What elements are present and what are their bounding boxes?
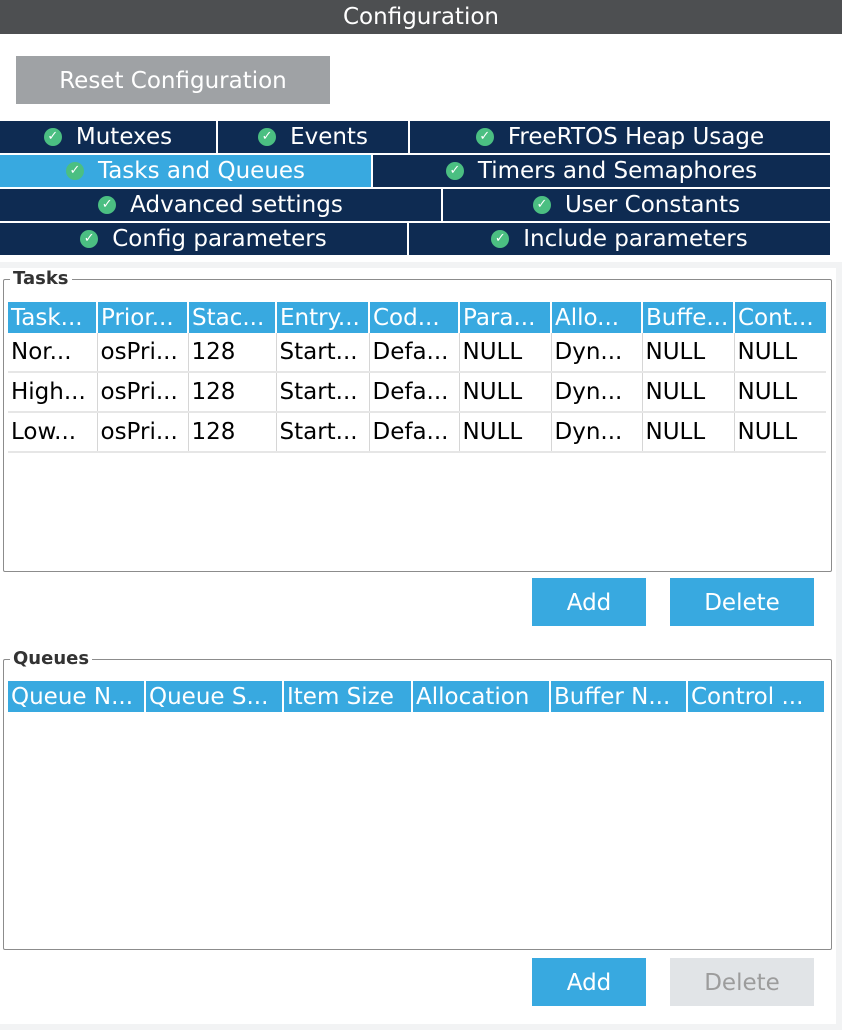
tab-freertos-heap-usage[interactable]: ✓ FreeRTOS Heap Usage [410,121,830,153]
table-cell: NULL [734,333,826,373]
check-circle-icon: ✓ [532,196,551,214]
table-row[interactable]: High... osPri... 128 Start... Defa... NU… [8,372,826,413]
table-cell: Low... [8,412,98,453]
table-cell: 128 [188,333,277,373]
column-header[interactable]: Control ... [687,681,824,712]
tab-label: Tasks and Queues [97,158,306,184]
tab-label: FreeRTOS Heap Usage [507,124,765,150]
column-header[interactable]: Cod... [369,302,460,333]
tab-advanced-settings[interactable]: ✓ Advanced settings [0,189,441,221]
titlebar-divider [0,34,842,37]
table-cell: NULL [642,333,735,373]
check-circle-icon: ✓ [445,162,464,180]
check-circle-icon: ✓ [43,128,62,146]
check-circle-icon: ✓ [258,128,277,146]
delete-queue-button: Delete [670,958,814,1006]
queues-header-row: Queue N... Queue S... Item Size Allocati… [8,681,824,712]
queues-table: Queue N... Queue S... Item Size Allocati… [8,681,824,712]
column-header[interactable]: Entry... [276,302,370,333]
column-header[interactable]: Para... [459,302,552,333]
column-header[interactable]: Cont... [734,302,826,333]
column-header[interactable]: Queue S... [145,681,284,712]
tab-label: Include parameters [523,226,748,252]
check-circle-icon: ✓ [475,128,494,146]
tab-strip: ✓ Mutexes ✓ Events ✓ FreeRTOS Heap Usage… [0,121,830,257]
table-cell: osPri... [97,372,189,413]
column-header[interactable]: Task... [8,302,98,333]
table-cell: NULL [459,333,552,373]
tab-config-parameters[interactable]: ✓ Config parameters [0,223,407,255]
table-cell: Start... [276,333,370,373]
tab-user-constants[interactable]: ✓ User Constants [443,189,830,221]
tasks-legend: Tasks [13,268,69,289]
tab-mutexes[interactable]: ✓ Mutexes [0,121,216,153]
table-cell: 128 [188,412,277,453]
column-header[interactable]: Allocation [412,681,551,712]
table-cell: Defa... [369,333,460,373]
table-cell: Dyn... [551,412,643,453]
table-cell: Nor... [8,333,98,373]
queues-legend: Queues [13,648,90,669]
add-queue-button[interactable]: Add [532,958,646,1006]
table-cell: Defa... [369,372,460,413]
tasks-header-row: Task... Prior... Stac... Entry... Cod...… [8,302,826,333]
table-cell: osPri... [97,412,189,453]
add-task-button[interactable]: Add [532,578,646,626]
check-circle-icon: ✓ [491,230,510,248]
tab-label: Mutexes [75,124,173,150]
column-header[interactable]: Prior... [97,302,189,333]
table-cell: NULL [734,372,826,413]
table-cell: Start... [276,372,370,413]
column-header[interactable]: Item Size [283,681,413,712]
check-circle-icon: ✓ [65,162,84,180]
tab-tasks-and-queues[interactable]: ✓ Tasks and Queues [0,155,371,187]
tab-events[interactable]: ✓ Events [218,121,408,153]
tab-timers-and-semaphores[interactable]: ✓ Timers and Semaphores [373,155,830,187]
tab-label: Advanced settings [130,192,343,218]
table-cell: NULL [642,372,735,413]
column-header[interactable]: Buffer N... [550,681,688,712]
table-cell: Dyn... [551,372,643,413]
check-circle-icon: ✓ [98,196,117,214]
table-cell: Dyn... [551,333,643,373]
tab-label: Timers and Semaphores [477,158,758,184]
tasks-table: Task... Prior... Stac... Entry... Cod...… [8,302,826,453]
tab-label: User Constants [564,192,741,218]
tab-include-parameters[interactable]: ✓ Include parameters [409,223,830,255]
tab-label: Config parameters [112,226,327,252]
tab-row-4: ✓ Config parameters ✓ Include parameters [0,223,830,255]
window-title: Configuration [0,0,842,34]
reset-configuration-button[interactable]: Reset Configuration [16,56,330,104]
tab-row-2: ✓ Tasks and Queues ✓ Timers and Semaphor… [0,155,830,187]
tab-row-1: ✓ Mutexes ✓ Events ✓ FreeRTOS Heap Usage [0,121,830,153]
table-cell: High... [8,372,98,413]
table-cell: Start... [276,412,370,453]
table-cell: NULL [459,412,552,453]
table-cell: 128 [188,372,277,413]
column-header[interactable]: Queue N... [8,681,146,712]
delete-task-button[interactable]: Delete [670,578,814,626]
tab-row-3: ✓ Advanced settings ✓ User Constants [0,189,830,221]
check-circle-icon: ✓ [80,230,99,248]
table-row[interactable]: Nor... osPri... 128 Start... Defa... NUL… [8,333,826,373]
table-cell: Defa... [369,412,460,453]
table-cell: NULL [642,412,735,453]
table-cell: NULL [734,412,826,453]
column-header[interactable]: Allo... [551,302,643,333]
tab-label: Events [290,124,368,150]
table-row[interactable]: Low... osPri... 128 Start... Defa... NUL… [8,412,826,453]
table-cell: osPri... [97,333,189,373]
column-header[interactable]: Buffe... [642,302,735,333]
column-header[interactable]: Stac... [188,302,277,333]
table-cell: NULL [459,372,552,413]
